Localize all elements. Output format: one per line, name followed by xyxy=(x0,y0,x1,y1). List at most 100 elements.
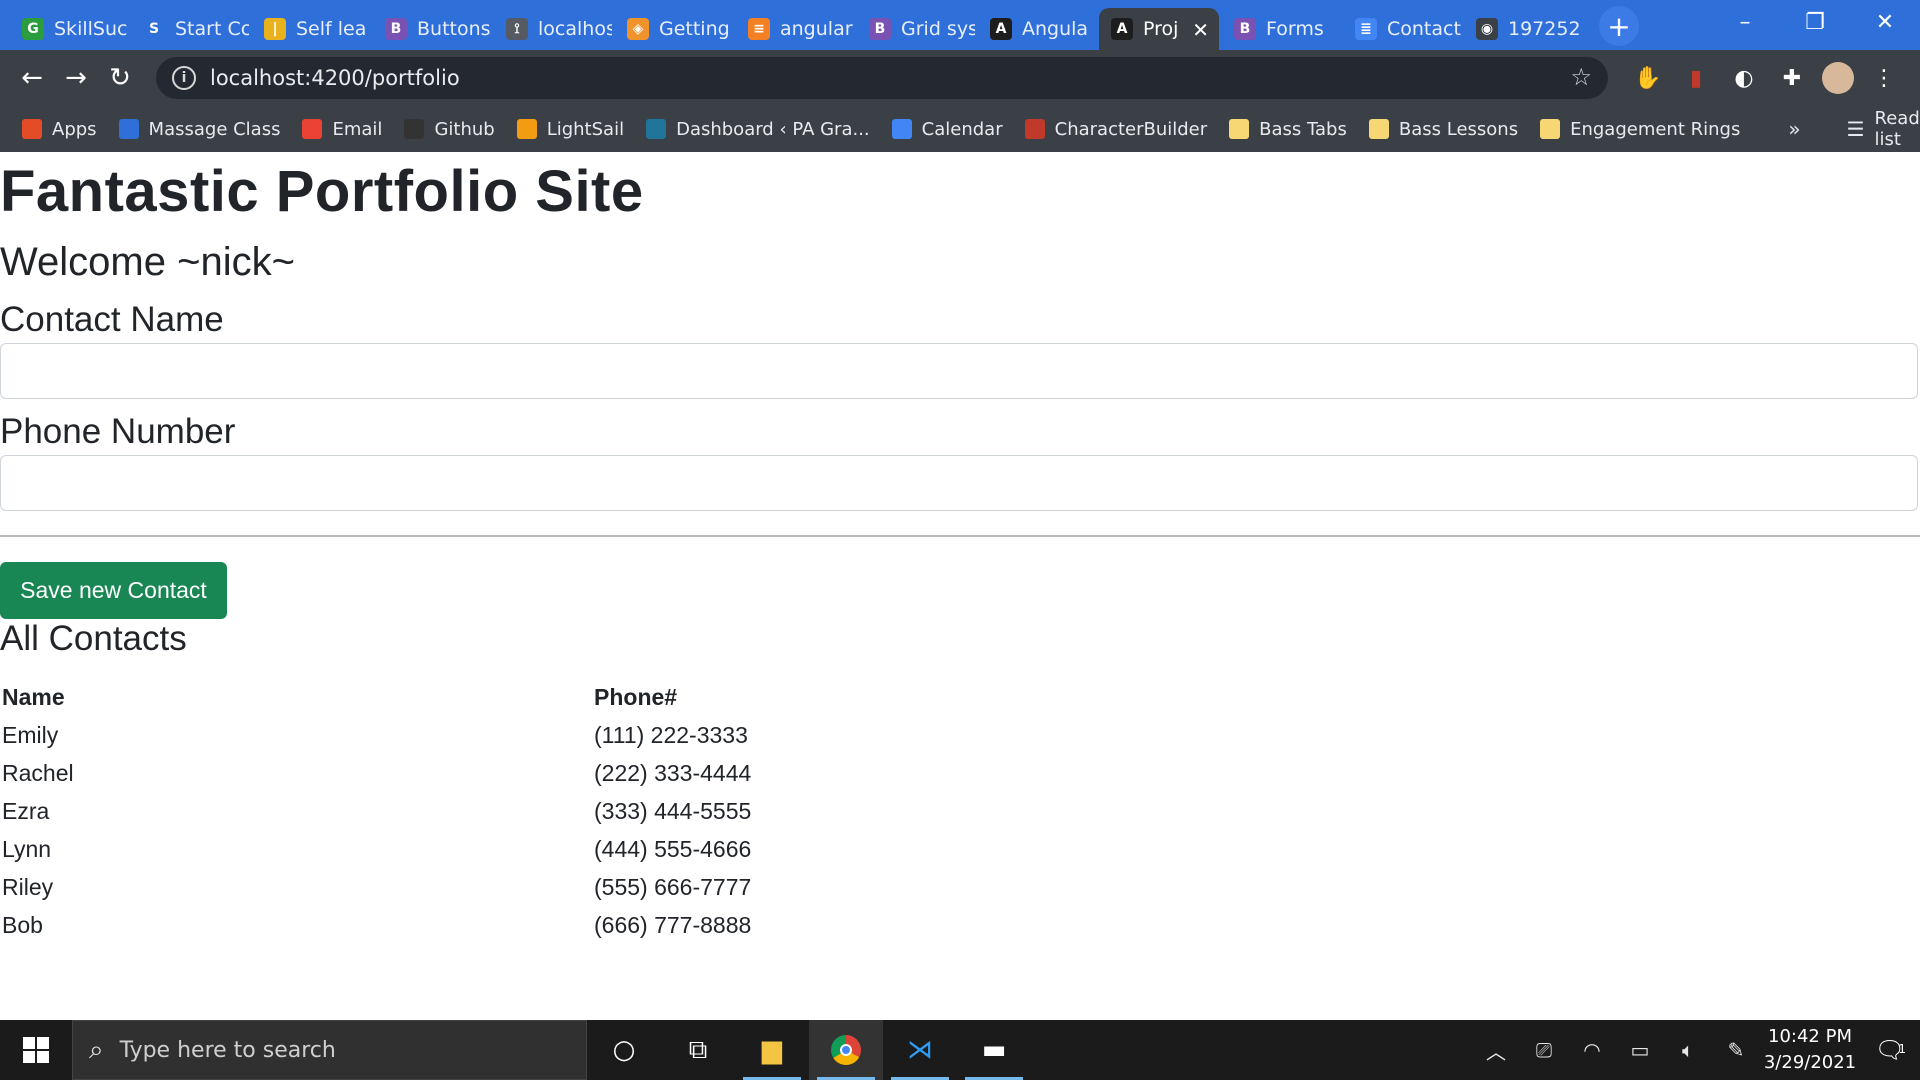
table-row: Bob (666) 777-8888 xyxy=(0,906,751,944)
browser-tab[interactable]: ◉ 197252 xyxy=(1464,8,1582,50)
profile-avatar[interactable] xyxy=(1822,62,1854,94)
volume-icon[interactable]: 🔈︎ xyxy=(1664,1038,1712,1062)
bookmarks-bar: Apps Massage Class Email Github LightSail Das… xyxy=(0,106,1920,152)
circle-extension-icon[interactable]: ◐ xyxy=(1726,60,1762,96)
bookmark-item[interactable]: Massage Class xyxy=(118,119,280,140)
tab-label: localhos xyxy=(538,18,612,40)
bookmark-label: Dashboard ‹ PA Gra... xyxy=(676,118,870,140)
contact-name-label: Contact Name xyxy=(0,300,224,339)
folder-icon xyxy=(1229,119,1250,139)
more-bookmarks-chevron-icon[interactable]: » xyxy=(1788,117,1800,141)
tab-favicon-icon: ≣ xyxy=(1355,18,1377,40)
bookmark-label: Calendar xyxy=(921,118,1003,140)
tab-label: Self lea xyxy=(296,18,367,40)
table-header-row: Name Phone# xyxy=(0,678,751,716)
contacts-table: Name Phone# Emily (111) 222-3333 Rachel (22… xyxy=(0,678,751,944)
tab-label: Angula xyxy=(1022,18,1089,40)
browser-tab[interactable]: ≣ Contact xyxy=(1343,8,1461,50)
terminal-icon[interactable]: ▬ xyxy=(957,1020,1031,1080)
show-hidden-icons-chevron-icon[interactable]: ︿ xyxy=(1472,1036,1520,1065)
browser-tab[interactable]: B Buttons xyxy=(373,8,491,50)
browser-tab[interactable]: S Start Cc xyxy=(131,8,249,50)
tab-label: SkillSuc xyxy=(54,18,128,40)
reload-button[interactable]: ↻ xyxy=(98,56,142,100)
cortana-icon[interactable]: ○ xyxy=(587,1020,661,1080)
close-window-button[interactable]: ✕ xyxy=(1850,0,1920,44)
browser-tab[interactable]: | Self lea xyxy=(252,8,370,50)
bookmark-item[interactable]: Bass Tabs xyxy=(1229,119,1347,140)
extensions-puzzle-icon[interactable]: ✚ xyxy=(1774,60,1810,96)
contact-phone-cell: (555) 666-7777 xyxy=(594,873,752,900)
menu-kebab-icon[interactable]: ⋮ xyxy=(1866,60,1902,96)
close-tab-icon[interactable]: ✕ xyxy=(1192,18,1209,42)
chrome-icon[interactable] xyxy=(809,1020,883,1080)
bookmark-item[interactable]: LightSail xyxy=(516,119,624,140)
bookmark-item[interactable]: Email xyxy=(302,119,382,140)
contact-name-cell: Riley xyxy=(2,873,54,900)
file-explorer-icon[interactable]: ▆ xyxy=(735,1020,809,1080)
wifi-icon[interactable]: ◠ xyxy=(1568,1038,1616,1062)
bookmark-label: Email xyxy=(332,118,383,140)
bookmark-item[interactable]: Engagement Rings xyxy=(1540,119,1740,140)
browser-tab[interactable]: B Forms xyxy=(1222,8,1340,50)
clock[interactable]: 10:42 PM 3/29/2021 xyxy=(1760,1024,1860,1076)
restore-button[interactable]: ❐ xyxy=(1780,0,1850,44)
tab-favicon-icon: A xyxy=(1111,18,1133,40)
clock-time: 10:42 PM xyxy=(1768,1026,1852,1047)
vscode-icon[interactable]: ⋊ xyxy=(883,1020,957,1080)
minimize-button[interactable]: – xyxy=(1710,0,1780,44)
pen-icon[interactable]: ✎ xyxy=(1712,1038,1760,1062)
table-row: Riley (555) 666-7777 xyxy=(0,868,751,906)
bookmark-item[interactable]: CharacterBuilder xyxy=(1024,119,1207,140)
save-contact-button[interactable]: Save new Contact xyxy=(0,562,227,619)
phone-number-input[interactable] xyxy=(0,455,1918,511)
bookmark-label: Bass Tabs xyxy=(1259,118,1347,140)
bookmark-item[interactable]: Dashboard ‹ PA Gra... xyxy=(646,119,870,140)
contact-name-cell: Rachel xyxy=(2,759,74,786)
browser-tab[interactable]: ⟟ localhos xyxy=(494,8,612,50)
bookmark-star-icon[interactable]: ☆ xyxy=(1570,63,1592,91)
battery-icon[interactable]: ▭ xyxy=(1616,1038,1664,1062)
browser-tab[interactable]: A Proj ✕ xyxy=(1099,8,1219,50)
bookmark-extension-icon[interactable]: ▮ xyxy=(1678,60,1714,96)
site-info-icon[interactable]: i xyxy=(172,66,196,90)
folder-icon xyxy=(1540,119,1561,139)
bookmark-label: Github xyxy=(434,118,495,140)
s-icon xyxy=(118,119,139,139)
system-tray: ︿ ⎚ ◠ ▭ 🔈︎ ✎ 10:42 PM 3/29/2021 🗨︎ 1 xyxy=(1472,1020,1920,1080)
browser-tab[interactable]: G SkillSuc xyxy=(10,8,128,50)
new-tab-button[interactable]: + xyxy=(1599,6,1639,46)
reading-list-button[interactable]: ☰ Reading list xyxy=(1847,108,1920,150)
notification-center-button[interactable]: 🗨︎ 1 xyxy=(1860,1036,1920,1064)
browser-tab[interactable]: A Angula xyxy=(978,8,1096,50)
bookmark-item[interactable]: Apps xyxy=(22,119,97,140)
browser-tab[interactable]: ◈ Getting xyxy=(615,8,733,50)
back-button[interactable]: ← xyxy=(10,56,54,100)
adblock-extension-icon[interactable]: ✋ xyxy=(1630,60,1666,96)
browser-tab[interactable]: B Grid sys xyxy=(857,8,975,50)
phone-column-header: Phone# xyxy=(594,683,678,710)
contact-phone-cell: (444) 555-4666 xyxy=(594,835,752,862)
search-icon: ⌕ xyxy=(89,1034,104,1065)
taskbar-search-box[interactable]: ⌕ Type here to search xyxy=(72,1020,587,1080)
contact-name-cell: Bob xyxy=(2,911,43,938)
bookmark-item[interactable]: Bass Lessons xyxy=(1368,119,1518,140)
reading-list-icon: ☰ xyxy=(1846,117,1865,141)
task-view-icon[interactable]: ⧉ xyxy=(661,1020,735,1080)
contact-name-input[interactable] xyxy=(0,343,1918,399)
search-placeholder: Type here to search xyxy=(119,1037,336,1063)
start-button[interactable] xyxy=(0,1020,72,1080)
address-bar[interactable]: i localhost:4200/portfolio ☆ xyxy=(156,57,1608,99)
forward-button[interactable]: → xyxy=(54,56,98,100)
bookmark-item[interactable]: Calendar xyxy=(891,118,1003,140)
phone-number-label: Phone Number xyxy=(0,412,236,451)
table-row: Ezra (333) 444-5555 xyxy=(0,792,751,830)
bookmark-item[interactable]: Github xyxy=(404,118,495,140)
browser-tab[interactable]: ≡ angular xyxy=(736,8,854,50)
tab-label: Getting xyxy=(659,18,730,40)
divider xyxy=(0,535,1920,537)
table-row: Rachel (222) 333-4444 xyxy=(0,754,751,792)
meet-now-icon[interactable]: ⎚ xyxy=(1520,1038,1568,1062)
gmail-icon xyxy=(302,119,323,139)
tab-label: Contact xyxy=(1387,18,1461,40)
